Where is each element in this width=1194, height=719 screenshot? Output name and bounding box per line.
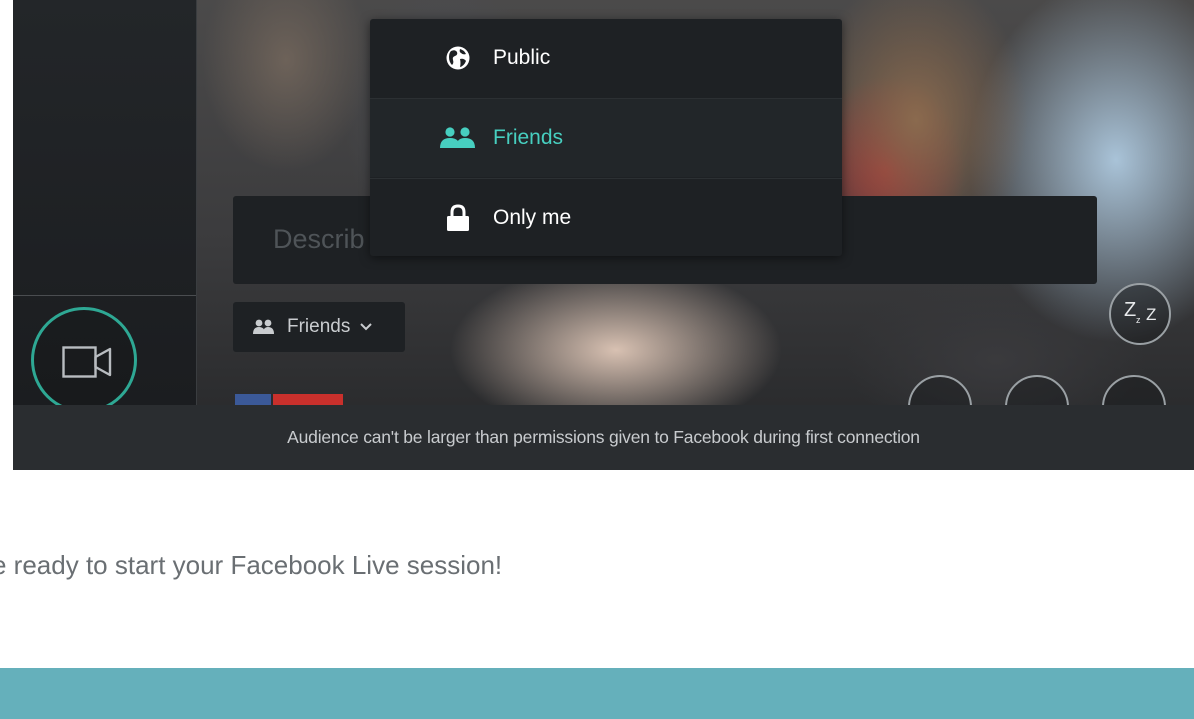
- permissions-info-text: Audience can't be larger than permission…: [287, 427, 920, 447]
- stream-badges: [235, 394, 345, 405]
- permissions-info-bar: Audience can't be larger than permission…: [13, 405, 1194, 470]
- sleep-button[interactable]: Z z Z: [1109, 283, 1171, 345]
- facebook-badge: [235, 394, 271, 405]
- audience-option-label: Only me: [493, 206, 572, 229]
- audience-select-button[interactable]: Friends: [233, 302, 405, 352]
- video-camera-icon: [62, 346, 112, 383]
- ready-message: e ready to start your Facebook Live sess…: [0, 550, 503, 580]
- audience-dropdown: Public Friends Only me: [370, 19, 842, 256]
- camera-button[interactable]: [31, 307, 137, 413]
- friends-icon: [438, 127, 478, 149]
- side-panel: [13, 0, 197, 413]
- bottom-action-bar[interactable]: [0, 668, 1194, 719]
- audience-option-public[interactable]: Public: [370, 19, 842, 97]
- audience-option-label: Public: [493, 46, 551, 69]
- friends-icon: [253, 319, 275, 335]
- audience-label: Friends: [287, 316, 351, 337]
- lock-icon: [438, 204, 478, 232]
- description-placeholder: Describ: [273, 224, 365, 254]
- audience-option-friends[interactable]: Friends: [370, 99, 842, 177]
- chevron-down-icon: [360, 323, 373, 331]
- live-badge: [273, 394, 343, 405]
- audience-option-only-me[interactable]: Only me: [370, 179, 842, 257]
- audience-option-label: Friends: [493, 126, 564, 149]
- zzz-icon: Z: [1124, 299, 1137, 321]
- globe-icon: [438, 45, 478, 71]
- side-panel-divider: [13, 295, 196, 296]
